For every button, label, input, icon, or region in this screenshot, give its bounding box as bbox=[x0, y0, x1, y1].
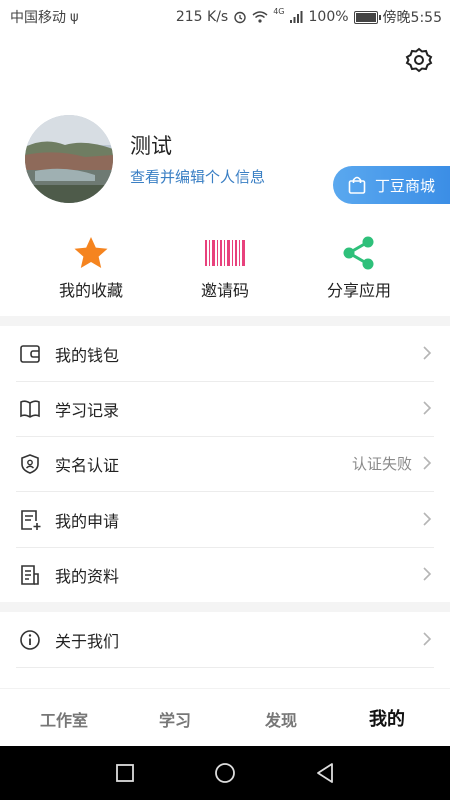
chevron-right-icon bbox=[423, 512, 432, 526]
book-icon bbox=[20, 400, 40, 418]
battery-percent: 100% bbox=[308, 9, 349, 25]
tab-studio[interactable]: 工作室 bbox=[40, 707, 88, 731]
menu-item-my-documents[interactable]: 我的资料 bbox=[0, 547, 450, 602]
quick-action-favorites[interactable]: 我的收藏 bbox=[21, 236, 161, 301]
menu-divider bbox=[16, 667, 434, 668]
share-icon bbox=[343, 236, 374, 270]
menu-item-real-name-verification[interactable]: 实名认证 认证失败 bbox=[0, 436, 450, 491]
quick-action-label: 邀请码 bbox=[200, 281, 249, 300]
shop-button-label: 丁豆商城 bbox=[375, 176, 436, 195]
section-divider bbox=[0, 602, 450, 612]
barcode-icon bbox=[205, 240, 245, 266]
shopping-bag-icon bbox=[348, 176, 366, 194]
shop-button[interactable]: 丁豆商城 bbox=[333, 166, 450, 204]
user-name: 测试 bbox=[130, 134, 172, 158]
bottom-tab-bar: 工作室 学习 发现 我的 bbox=[0, 688, 450, 747]
wallet-icon bbox=[20, 345, 40, 363]
menu-item-label: 关于我们 bbox=[55, 632, 120, 651]
chevron-right-icon bbox=[423, 632, 432, 646]
status-bar: 中国移动 ψ 215 K/s 4G 100% 傍晚5:55 bbox=[0, 0, 450, 32]
menu-item-label: 实名认证 bbox=[55, 456, 120, 475]
signal-icon bbox=[289, 11, 303, 23]
quick-action-invite-code[interactable]: 邀请码 bbox=[155, 236, 295, 301]
tab-discover[interactable]: 发现 bbox=[265, 707, 297, 731]
menu-item-learning-records[interactable]: 学习记录 bbox=[0, 381, 450, 436]
chevron-right-icon bbox=[423, 567, 432, 581]
battery-icon bbox=[353, 10, 381, 24]
quick-action-label: 分享应用 bbox=[326, 281, 391, 300]
menu-item-label: 我的钱包 bbox=[55, 346, 120, 365]
alarm-icon bbox=[234, 11, 246, 24]
menu-item-wallet[interactable]: 我的钱包 bbox=[0, 326, 450, 381]
settings-gear-icon[interactable] bbox=[405, 46, 433, 74]
section-divider bbox=[0, 316, 450, 326]
menu-item-about-us[interactable]: 关于我们 bbox=[0, 612, 450, 667]
star-icon bbox=[74, 237, 108, 268]
menu-item-label: 学习记录 bbox=[55, 401, 120, 420]
menu-item-label: 我的资料 bbox=[55, 567, 120, 586]
quick-action-share-app[interactable]: 分享应用 bbox=[289, 236, 429, 301]
menu-item-label: 我的申请 bbox=[55, 512, 120, 531]
tab-mine-label: 我的 bbox=[369, 709, 405, 730]
recent-apps-icon[interactable] bbox=[112, 760, 138, 786]
chevron-right-icon bbox=[423, 346, 432, 360]
verification-status: 认证失败 bbox=[351, 455, 412, 473]
application-icon bbox=[21, 510, 41, 530]
chevron-right-icon bbox=[423, 456, 432, 470]
tab-learning[interactable]: 学习 bbox=[159, 707, 191, 731]
menu-item-my-applications[interactable]: 我的申请 bbox=[0, 492, 450, 547]
edit-profile-link[interactable]: 查看并编辑个人信息 bbox=[130, 166, 265, 187]
clock: 傍晚5:55 bbox=[382, 10, 442, 26]
info-icon bbox=[20, 630, 40, 650]
net-speed: 215 K/s bbox=[175, 9, 229, 25]
back-icon[interactable] bbox=[312, 760, 338, 786]
network-type: 4G bbox=[273, 6, 285, 16]
system-nav-bar bbox=[0, 746, 450, 800]
home-icon[interactable] bbox=[212, 760, 238, 786]
document-icon bbox=[21, 565, 39, 585]
wifi-icon bbox=[252, 11, 268, 23]
quick-action-label: 我的收藏 bbox=[58, 281, 123, 300]
shield-id-icon bbox=[21, 454, 39, 474]
usb-icon: ψ bbox=[70, 9, 79, 25]
carrier-label: 中国移动 bbox=[10, 10, 66, 26]
chevron-right-icon bbox=[423, 401, 432, 415]
tab-mine[interactable]: 我的 bbox=[363, 705, 411, 733]
avatar[interactable] bbox=[25, 115, 113, 203]
